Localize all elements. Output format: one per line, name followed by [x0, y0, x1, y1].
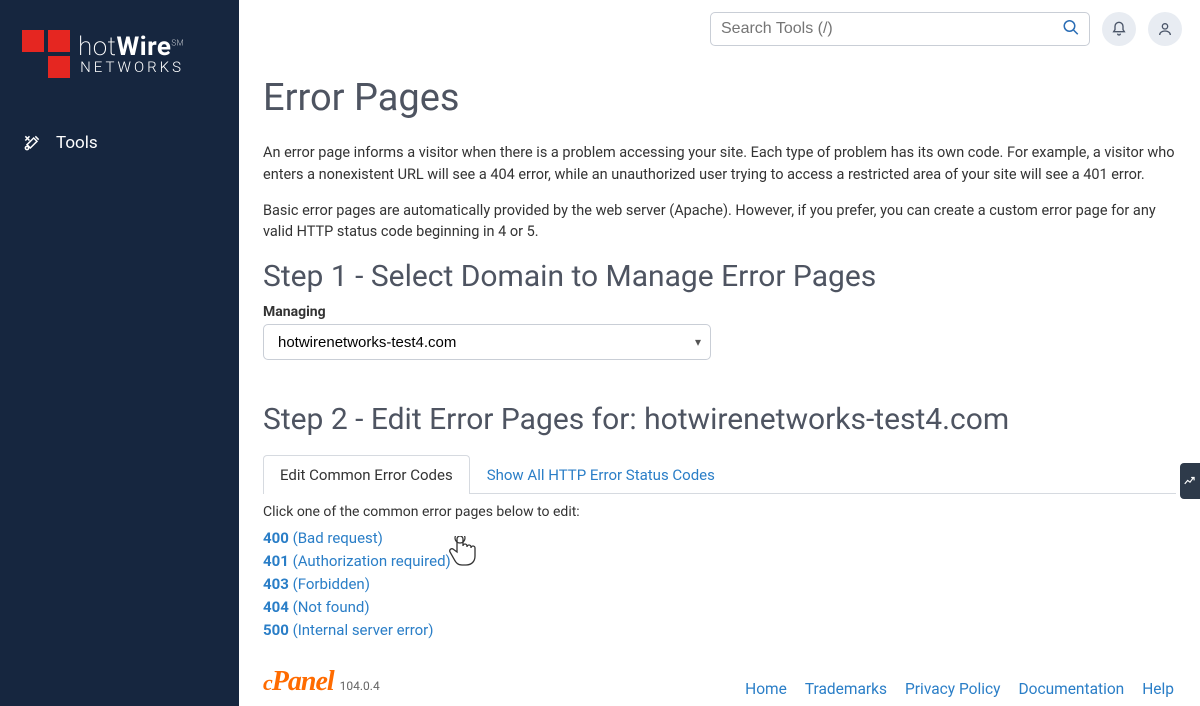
domain-select[interactable]: hotwirenetworks-test4.com	[263, 324, 711, 360]
footer-link-trademarks[interactable]: Trademarks	[805, 680, 887, 698]
topbar	[239, 0, 1200, 58]
footer: cPanel 104.0.4 Home Trademarks Privacy P…	[239, 666, 1200, 706]
main-content: Error Pages An error page informs a visi…	[239, 0, 1200, 706]
chart-icon	[1183, 474, 1197, 488]
tools-icon	[22, 133, 42, 153]
error-link-401[interactable]: 401 (Authorization required)	[263, 552, 451, 570]
list-item: 400 (Bad request)	[263, 528, 1176, 547]
brand-square-icon	[22, 30, 70, 78]
search-button[interactable]	[1058, 15, 1084, 44]
sidebar: hotWireSM NETWORKS Tools	[0, 0, 239, 706]
error-link-500[interactable]: 500 (Internal server error)	[263, 621, 434, 639]
step2-heading: Step 2 - Edit Error Pages for: hotwirene…	[263, 402, 1176, 437]
brand-logo-block: hotWireSM NETWORKS	[0, 30, 239, 123]
search-icon	[1062, 19, 1080, 37]
search-input[interactable]	[710, 12, 1090, 46]
brand-subline: NETWORKS	[78, 60, 184, 75]
list-item: 401 (Authorization required)	[263, 551, 1176, 570]
intro-paragraph-2: Basic error pages are automatically prov…	[263, 200, 1176, 244]
intro-paragraph-1: An error page informs a visitor when the…	[263, 142, 1176, 186]
error-link-403[interactable]: 403 (Forbidden)	[263, 575, 370, 593]
footer-link-home[interactable]: Home	[745, 680, 787, 698]
page-title: Error Pages	[263, 76, 1176, 120]
footer-link-help[interactable]: Help	[1142, 680, 1174, 698]
error-link-404[interactable]: 404 (Not found)	[263, 598, 370, 616]
step1-heading: Step 1 - Select Domain to Manage Error P…	[263, 259, 1176, 294]
tab-description: Click one of the common error pages belo…	[263, 504, 1176, 520]
version-text: 104.0.4	[340, 679, 380, 693]
list-item: 404 (Not found)	[263, 597, 1176, 616]
sidebar-item-tools[interactable]: Tools	[0, 123, 239, 163]
user-icon	[1157, 21, 1173, 37]
brand-name: hotWireSM	[78, 34, 184, 60]
tab-common-errors[interactable]: Edit Common Error Codes	[263, 455, 470, 494]
tab-all-errors[interactable]: Show All HTTP Error Status Codes	[470, 455, 732, 494]
footer-link-documentation[interactable]: Documentation	[1018, 680, 1124, 698]
cpanel-logo: cPanel	[263, 666, 334, 698]
error-link-400[interactable]: 400 (Bad request)	[263, 529, 383, 547]
bell-icon	[1111, 21, 1127, 37]
notifications-button[interactable]	[1102, 12, 1136, 46]
error-code-list: 400 (Bad request) 401 (Authorization req…	[263, 528, 1176, 639]
search-container	[710, 12, 1090, 46]
list-item: 500 (Internal server error)	[263, 620, 1176, 639]
sidebar-item-label: Tools	[56, 133, 98, 153]
stats-side-tab[interactable]	[1180, 463, 1200, 499]
tabs: Edit Common Error Codes Show All HTTP Er…	[263, 455, 1176, 494]
managing-label: Managing	[263, 304, 1176, 320]
account-button[interactable]	[1148, 12, 1182, 46]
footer-link-privacy[interactable]: Privacy Policy	[905, 680, 1000, 698]
list-item: 403 (Forbidden)	[263, 574, 1176, 593]
